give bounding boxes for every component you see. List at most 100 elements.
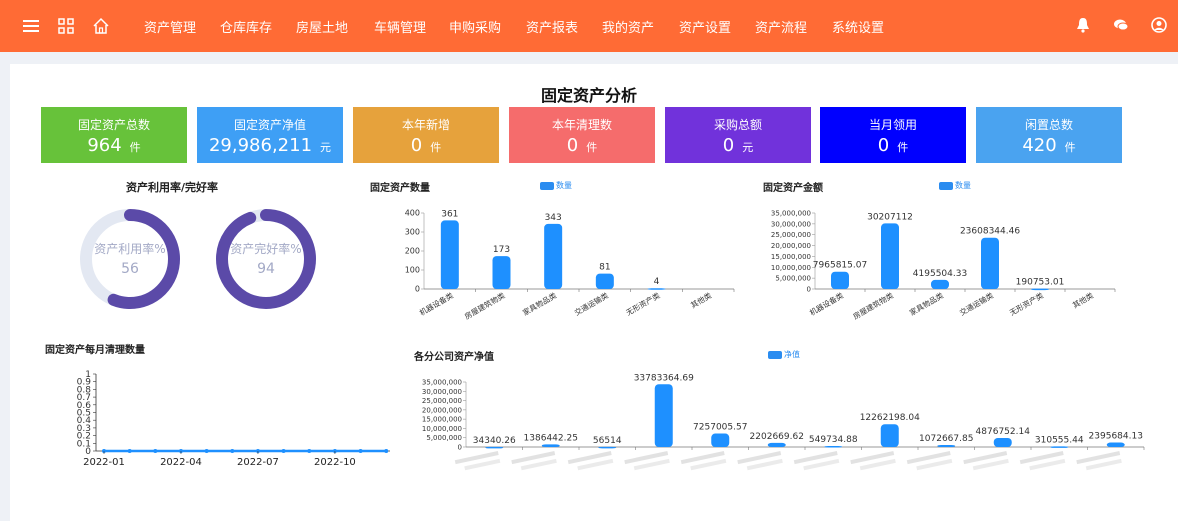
data-point[interactable] <box>384 449 389 453</box>
stat-card-label: 闲置总数 <box>1024 118 1073 132</box>
stat-card[interactable]: 闲置总数 420 件 <box>976 107 1122 163</box>
bar[interactable] <box>880 424 899 447</box>
stat-card-label: 本年新增 <box>401 118 450 132</box>
nav-item-procurement[interactable]: 申购采购 <box>449 17 501 36</box>
x-tick-label: 家具物品类 <box>521 290 559 318</box>
grid-icon[interactable] <box>57 17 75 35</box>
bar[interactable] <box>647 288 666 290</box>
x-tick-label: 无形资产类 <box>624 290 662 318</box>
bar-value-label: 310555.44 <box>1035 435 1084 445</box>
bar[interactable] <box>440 220 459 289</box>
x-tick-label: 房屋建筑物类 <box>851 290 895 320</box>
x-tick-label: 2022-10 <box>314 457 356 468</box>
bar[interactable] <box>993 437 1012 447</box>
nav-item-asset-reports[interactable]: 资产报表 <box>526 17 578 36</box>
top-navigation-bar: 资产管理 仓库库存 房屋土地 车辆管理 申购采购 资产报表 我的资产 资产设置 … <box>0 0 1178 52</box>
bar[interactable] <box>492 256 511 289</box>
stat-card[interactable]: 本年清理数 0 件 <box>509 107 655 163</box>
stat-card-label: 本年清理数 <box>551 118 612 132</box>
bar[interactable] <box>824 445 843 448</box>
stat-card-label: 采购总额 <box>713 118 762 132</box>
nav-item-property-land[interactable]: 房屋土地 <box>296 17 348 36</box>
y-tick-label: 0 <box>458 444 462 452</box>
bar-value-label: 34340.26 <box>473 436 516 446</box>
x-tick-label: 机器设备类 <box>417 290 455 318</box>
bar[interactable] <box>937 445 956 447</box>
x-tick-label: 其他类 <box>689 290 714 310</box>
nav-item-my-assets[interactable]: 我的资产 <box>602 17 654 36</box>
stat-card[interactable]: 当月领用 0 件 <box>820 107 966 163</box>
bar[interactable] <box>654 384 673 447</box>
data-point[interactable] <box>281 449 286 453</box>
bar[interactable] <box>831 271 849 289</box>
menu-icon[interactable] <box>22 17 40 35</box>
data-point[interactable] <box>358 449 363 453</box>
y-tick-label: 400 <box>405 209 420 218</box>
bar[interactable] <box>1106 442 1125 447</box>
amount-chart-legend[interactable]: 数量 <box>939 180 971 191</box>
data-point[interactable] <box>204 449 209 453</box>
stat-card[interactable]: 固定资产净值 29,986,211 元 <box>197 107 343 163</box>
x-tick-label: 2022-01 <box>83 457 125 468</box>
bar-value-label: 1072667.85 <box>919 434 973 444</box>
x-tick-label: 家具物品类 <box>908 290 946 318</box>
bar-value-label: 549734.88 <box>809 435 858 445</box>
bar[interactable] <box>485 446 504 449</box>
y-tick-label: 35,000,000 <box>422 379 462 387</box>
y-tick-label: 0 <box>807 286 811 294</box>
data-point[interactable] <box>307 449 312 453</box>
bar[interactable] <box>711 433 730 447</box>
bar-value-label: 30207112 <box>867 212 913 222</box>
amount-bar-chart: 0 5,000,000 10,000,000 15,000,000 20,000,000… <box>771 210 1116 320</box>
x-tick-label: 无形资产类 <box>1008 290 1046 318</box>
legend-label: 净值 <box>784 350 800 359</box>
chat-icon[interactable] <box>1112 16 1130 34</box>
stat-card[interactable]: 本年新增 0 件 <box>353 107 499 163</box>
bar[interactable] <box>598 446 617 449</box>
utilization-donut: 资产利用率% 56 <box>80 209 180 309</box>
bar[interactable] <box>595 273 614 289</box>
y-tick-label: 1 <box>85 370 91 380</box>
donut-section-title: 资产利用率/完好率 <box>126 181 219 194</box>
stat-card-value: 0件 <box>566 135 598 156</box>
quantity-chart-title: 固定资产数量 <box>370 183 430 194</box>
legend-swatch <box>768 350 782 359</box>
y-tick-label: 15,000,000 <box>422 416 462 424</box>
home-icon[interactable] <box>92 17 110 35</box>
quantity-chart-legend[interactable]: 数量 <box>540 180 572 191</box>
bar-value-label: 81 <box>599 263 610 273</box>
y-tick-label: 0 <box>415 285 420 294</box>
legend-label: 数量 <box>556 181 572 190</box>
donut-label: 资产利用率% <box>94 241 165 256</box>
stat-card[interactable]: 固定资产总数 964 件 <box>41 107 187 163</box>
branch-chart-legend[interactable]: 净值 <box>768 349 800 360</box>
data-point[interactable] <box>153 449 158 453</box>
bar[interactable] <box>1031 288 1049 291</box>
bar[interactable] <box>981 237 999 289</box>
nav-item-asset-management[interactable]: 资产管理 <box>144 17 196 36</box>
bar[interactable] <box>541 444 560 447</box>
donut-label: 资产完好率% <box>230 241 301 256</box>
bar[interactable] <box>544 223 563 289</box>
legend-label: 数量 <box>955 181 971 190</box>
bar[interactable] <box>881 223 899 289</box>
nav-item-system-settings[interactable]: 系统设置 <box>832 17 884 36</box>
nav-item-asset-settings[interactable]: 资产设置 <box>679 17 731 36</box>
y-tick-label: 100 <box>405 266 420 275</box>
monthly-cleanup-chart-title: 固定资产每月清理数量 <box>45 345 145 356</box>
user-icon[interactable] <box>1150 16 1168 34</box>
nav-item-vehicles[interactable]: 车辆管理 <box>374 17 426 36</box>
nav-item-asset-workflow[interactable]: 资产流程 <box>755 17 807 36</box>
bell-icon[interactable] <box>1074 16 1092 34</box>
bar[interactable] <box>767 442 786 447</box>
data-point[interactable] <box>230 449 235 453</box>
y-tick-label: 5,000,000 <box>426 434 462 442</box>
nav-item-warehouse[interactable]: 仓库库存 <box>220 17 272 36</box>
data-point[interactable] <box>127 449 132 453</box>
stat-card-unit: 元 <box>320 141 332 154</box>
bar[interactable] <box>1050 446 1069 448</box>
bar[interactable] <box>931 279 949 289</box>
stat-card-unit: 件 <box>430 141 442 154</box>
stat-card[interactable]: 采购总额 0 元 <box>665 107 811 163</box>
x-tick-label: 2022-04 <box>160 457 202 468</box>
